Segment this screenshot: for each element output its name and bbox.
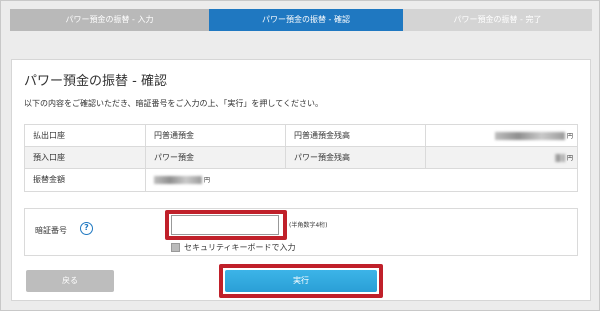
table-row: 払出口座 円普通預金 円普通預金残高 円	[25, 125, 577, 147]
yen-unit: 円	[566, 155, 573, 162]
to-balance-label: パワー預金残高	[285, 147, 425, 169]
from-account: 円普通預金	[145, 125, 285, 147]
execute-button-highlight	[219, 264, 383, 298]
table-row: 振替金額 円	[25, 169, 577, 191]
page-title: パワー預金の振替 - 確認	[24, 74, 167, 89]
instruction-text: 以下の内容をご確認いただき、暗証番号をご入力の上、「実行」を押してください。	[24, 99, 323, 108]
progress-stepper: パワー預金の振替 - 入力 パワー預金の振替 - 確認 パワー預金の振替 - 完…	[10, 9, 592, 31]
redacted-amount	[154, 175, 202, 184]
help-icon[interactable]: ?	[80, 222, 93, 235]
yen-unit: 円	[566, 133, 573, 140]
security-keyboard-label: セキュリティキーボードで入力	[184, 243, 296, 252]
to-account: パワー預金	[145, 147, 285, 169]
confirm-panel: パワー預金の振替 - 確認 以下の内容をご確認いただき、暗証番号をご入力の上、「…	[11, 59, 591, 301]
window-frame: パワー預金の振替 - 入力 パワー預金の振替 - 確認 パワー預金の振替 - 完…	[0, 0, 600, 311]
from-balance-label: 円普通預金残高	[285, 125, 425, 147]
from-label: 払出口座	[33, 131, 65, 140]
yen-unit: 円	[204, 177, 211, 184]
table-row: 預入口座 パワー預金 パワー預金残高 円	[25, 147, 577, 169]
checkbox-icon[interactable]	[171, 243, 180, 252]
to-label: 預入口座	[33, 153, 65, 162]
step-confirm: パワー預金の振替 - 確認	[209, 9, 403, 31]
step-input: パワー預金の振替 - 入力	[10, 9, 209, 31]
step-complete: パワー預金の振替 - 完了	[403, 9, 592, 31]
redacted-amount	[554, 153, 565, 162]
pin-hint: (半角数字4桁)	[289, 222, 328, 229]
security-keyboard-option[interactable]: セキュリティキーボードで入力	[171, 242, 296, 253]
redacted-amount	[494, 131, 565, 140]
transfer-summary-table: 払出口座 円普通預金 円普通預金残高 円 預入口座 パワー預金 パワー預金残高 …	[24, 124, 578, 192]
pin-label: 暗証番号	[35, 226, 67, 235]
from-balance-value: 円	[425, 125, 579, 147]
back-button[interactable]: 戻る	[26, 270, 114, 292]
amount-label: 振替金額	[33, 175, 65, 184]
pin-input-highlight	[165, 210, 287, 240]
to-balance-value: 円	[425, 147, 579, 169]
amount-value: 円	[145, 169, 345, 191]
pin-section: 暗証番号 ? (半角数字4桁) セキュリティキーボードで入力	[24, 208, 578, 256]
